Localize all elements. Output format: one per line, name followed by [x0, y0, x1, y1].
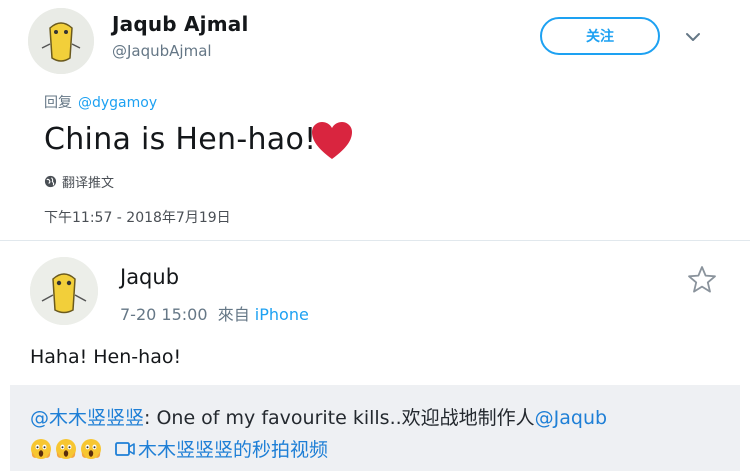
quote-mention-link[interactable]: @木木竖竖竖: [30, 407, 144, 429]
quote-body: : One of my favourite kills..欢迎战地制作人: [144, 407, 535, 429]
source-prefix: 來自: [217, 305, 250, 324]
tweet-timestamp[interactable]: 下午11:57 - 2018年7月19日: [44, 207, 231, 227]
video-link[interactable]: 木木竖竖竖的秒拍视频: [138, 435, 328, 462]
reply-text: Haha! Hen-hao!: [30, 346, 182, 368]
quote-media-row: 木木竖竖竖的秒拍视频: [30, 435, 328, 462]
tweet-text: China is Hen-hao!: [44, 122, 317, 157]
screaming-face-emoji: [56, 438, 76, 459]
chevron-down-icon[interactable]: [684, 28, 702, 46]
author-handle[interactable]: @JaqubAjmal: [112, 42, 212, 60]
heart-emoji: [311, 121, 353, 161]
translate-label: 翻译推文: [62, 176, 115, 191]
screaming-face-emoji: [81, 438, 101, 459]
divider: [0, 240, 750, 241]
reply-avatar[interactable]: [30, 257, 98, 325]
reply-meta: 7-20 15:00 來自 iPhone: [120, 301, 309, 325]
avatar[interactable]: [28, 8, 94, 74]
reply-author-name[interactable]: Jaqub: [120, 265, 179, 289]
follow-button[interactable]: 关注: [540, 17, 660, 55]
source-link[interactable]: iPhone: [255, 305, 309, 324]
reply-context: 回复 @dygamoy: [44, 92, 157, 112]
reply-mention-link[interactable]: @dygamoy: [78, 95, 157, 111]
reply-time: 7-20 15:00: [120, 305, 208, 324]
quote-text: @木木竖竖竖: One of my favourite kills..欢迎战地制…: [30, 403, 607, 430]
quote-mention-link-2[interactable]: @Jaqub: [535, 407, 607, 429]
globe-icon: [44, 175, 57, 188]
video-icon[interactable]: [115, 441, 135, 457]
screaming-face-emoji: [31, 438, 51, 459]
reply-prefix: 回复: [44, 95, 72, 111]
translate-tweet-link[interactable]: 翻译推文: [44, 172, 114, 191]
author-name[interactable]: Jaqub Ajmal: [112, 12, 249, 36]
star-icon[interactable]: [686, 264, 718, 296]
